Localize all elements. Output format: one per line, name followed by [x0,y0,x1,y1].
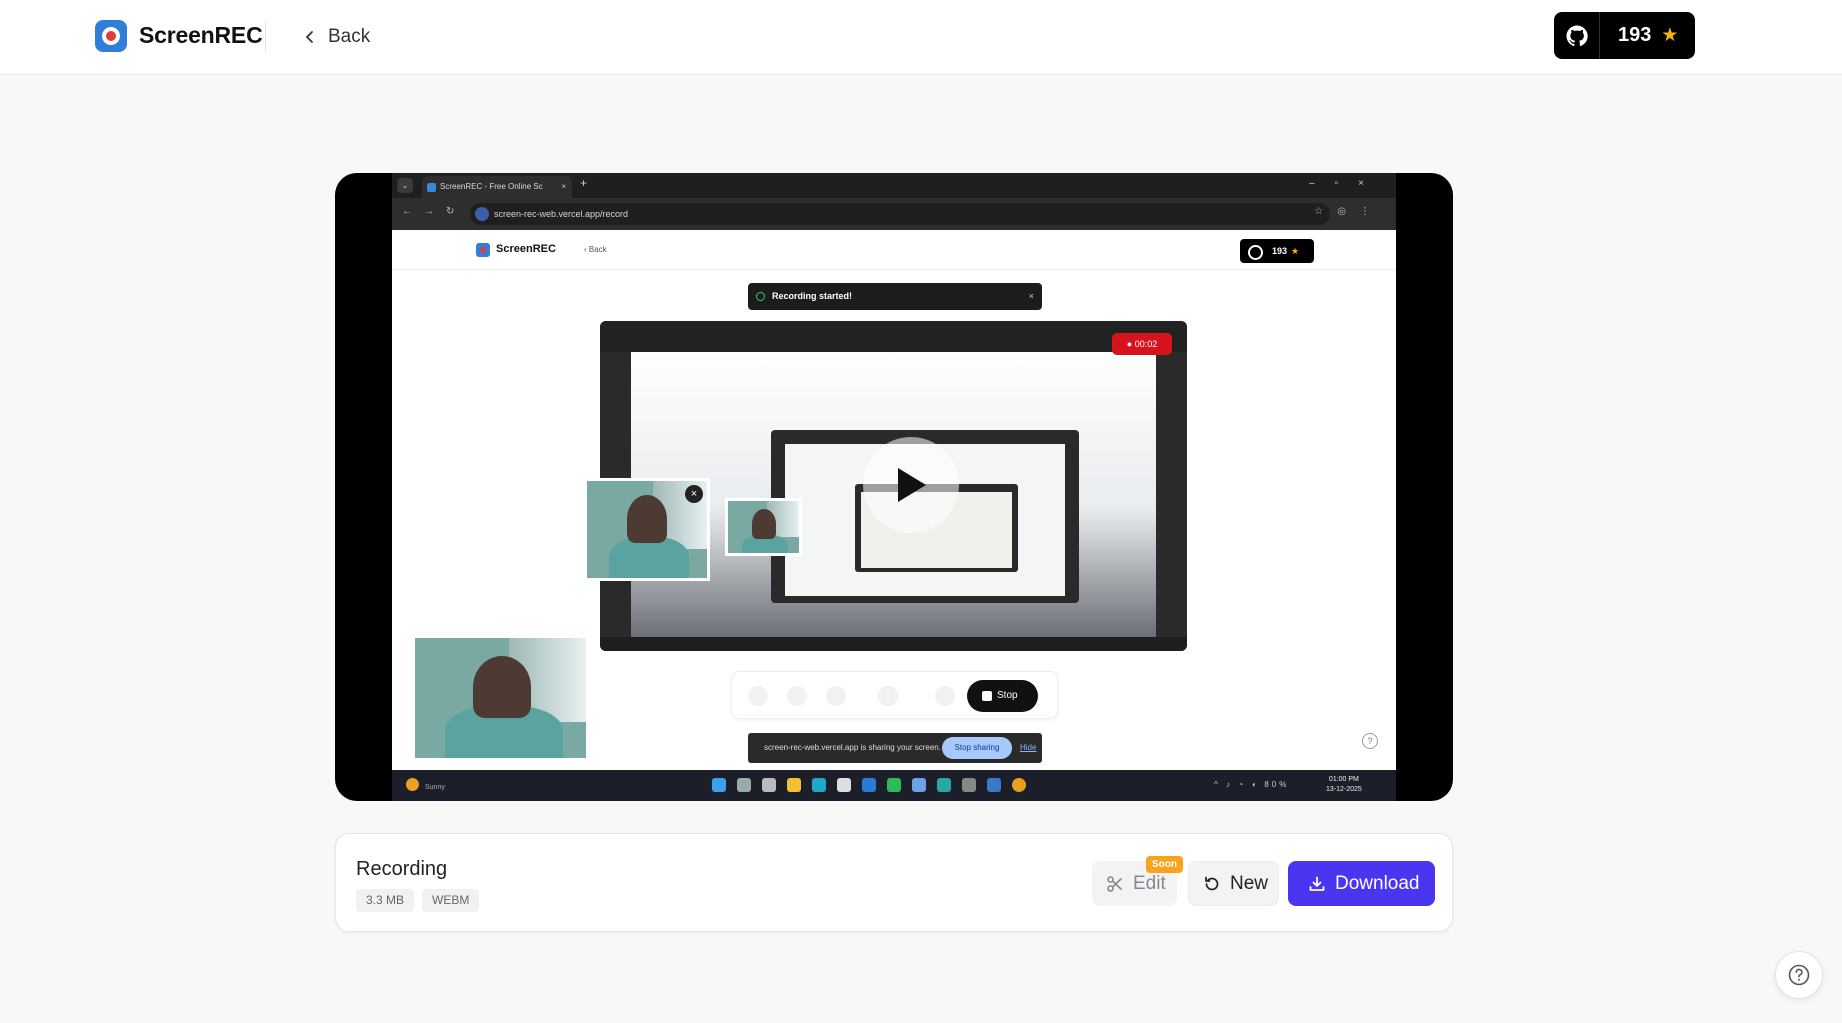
chrome-icon [1012,778,1026,792]
notes-icon [937,778,951,792]
chevron-left-icon [306,31,313,43]
close-icon: × [561,182,566,191]
taskbar-apps [712,778,1026,792]
play-icon [898,468,926,502]
recording-title: Recording [356,858,448,880]
plus-icon: + [580,176,588,190]
check-circle-icon [756,292,765,301]
window-controls-icon: –▫× [1309,178,1384,189]
rotate-ccw-icon [1205,876,1219,890]
star-icon: ★ [1661,25,1679,46]
vscode-icon [862,778,876,792]
task-view-icon [762,778,776,792]
webcam-overlay-medium: × [584,478,710,581]
app-icon [987,778,1001,792]
screen-sharing-bar: screen-rec-web.vercel.app is sharing you… [748,733,1042,763]
download-label: Download [1335,872,1420,894]
chevron-down-icon: ⌄ [397,178,413,193]
taskbar-clock: 01:00 PM 13-12-2025 [1326,776,1362,793]
windows-start-icon [712,778,726,792]
toast-message: Recording started! [772,291,853,301]
webcam-overlay-small [725,498,802,556]
app-icon [912,778,926,792]
file-size-badge: 3.3 MB [356,889,415,912]
browser-omnibox: screen-rec-web.vercel.app/record [470,203,1330,225]
weather-icon [406,778,419,791]
recording-meta: 3.3 MB WEBM [356,889,480,912]
inner-back-link: ‹ Back [584,245,607,254]
search-icon [737,778,751,792]
microphone-icon [748,686,768,706]
browser-tools-icon: ☆◎⋮ [1314,206,1384,217]
webcam-overlay-large [412,635,589,761]
back-link[interactable]: Back [302,24,370,50]
system-tray: ^ ♪ ◔ ◖ 80% [1214,780,1290,789]
scissors-icon [1107,875,1122,892]
monitor-icon [826,686,846,706]
play-button[interactable] [863,437,959,533]
github-stars-button[interactable]: 193 ★ [1554,12,1695,59]
brand-name[interactable]: ScreenREC [139,22,263,49]
stop-recording-button: Stop [967,680,1038,712]
whatsapp-icon [887,778,901,792]
github-icon [1554,12,1600,59]
close-icon: × [685,485,703,503]
site-info-icon [475,207,489,221]
download-icon [1309,876,1325,891]
inner-help-icon: ? [1362,733,1378,749]
store-icon [837,778,851,792]
browser-url-bar: ←→↻ screen-rec-web.vercel.app/record ☆◎⋮ [392,198,1396,230]
download-button[interactable]: Download [1288,861,1435,906]
recording-info-card: Recording 3.3 MB WEBM Edit Soon New Down… [335,833,1453,932]
inner-app-header: ScreenREC ‹ Back 193 ★ [392,230,1396,270]
file-format-badge: WEBM [422,889,480,912]
edge-icon [812,778,826,792]
help-button[interactable] [1775,951,1823,999]
header-divider [265,22,266,52]
app-icon [962,778,976,792]
browser-tab-bar: ⌄ ScreenREC - Free Online Sc × + –▫× [392,173,1396,198]
help-circle-icon [1788,964,1810,986]
app-header: ScreenREC Back 193 ★ [0,0,1842,75]
stop-sharing-button: Stop sharing [942,737,1012,759]
favicon-icon [427,183,436,192]
recording-timer-badge: ● 00:02 [1112,333,1172,355]
browser-tab: ScreenREC - Free Online Sc × [422,176,572,198]
pause-icon [935,686,955,706]
windows-taskbar: Sunny ^ ♪ ◔ ◖ 80% 01:00 PM 13-12-2025 [392,770,1396,801]
weather-text: Sunny [425,784,445,791]
browser-tab-title: ScreenREC - Free Online Sc [440,182,543,191]
back-label: Back [328,26,371,47]
inner-brand-name: ScreenREC [496,243,556,255]
new-label: New [1230,872,1269,894]
recording-started-toast: Recording started! × [748,283,1042,310]
github-star-count: 193 [1618,24,1652,46]
camera-icon [787,686,807,706]
file-explorer-icon [787,778,801,792]
inner-logo-icon [476,243,490,257]
browser-nav-icon: ←→↻ [402,206,467,217]
inner-github-stars: 193 ★ [1240,239,1314,263]
soon-badge: Soon [1146,856,1183,873]
recorded-screen-frame: ⌄ ScreenREC - Free Online Sc × + –▫× ←→↻… [392,173,1396,801]
hide-link: Hide [1020,743,1037,752]
screenrec-logo-icon[interactable] [95,20,127,52]
new-recording-button[interactable]: New [1188,861,1279,906]
layout-icon [878,686,898,706]
browser-url: screen-rec-web.vercel.app/record [494,209,629,219]
close-icon: × [1028,291,1034,301]
sharing-message: screen-rec-web.vercel.app is sharing you… [764,743,941,752]
edit-label: Edit [1133,872,1166,894]
recorder-controls: Stop [731,671,1058,719]
video-player[interactable]: ⌄ ScreenREC - Free Online Sc × + –▫× ←→↻… [335,173,1453,801]
